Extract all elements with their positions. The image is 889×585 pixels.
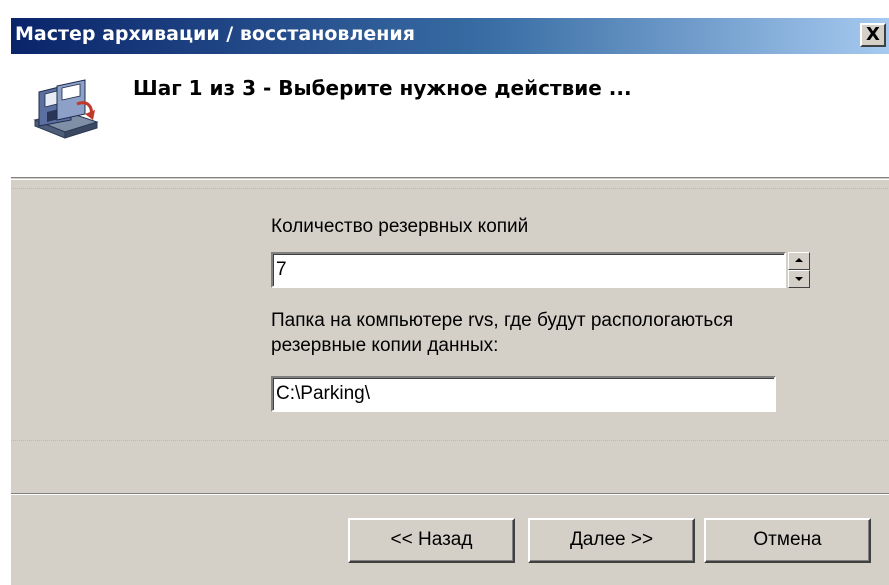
step-title: Шаг 1 из 3 - Выберите нужное действие ..…	[133, 76, 632, 100]
close-icon: X	[866, 24, 880, 45]
backup-wizard-icon	[33, 79, 99, 139]
arrow-down-icon	[795, 277, 803, 281]
backup-count-spinner[interactable]	[788, 252, 810, 288]
backup-folder-field[interactable]	[271, 376, 776, 412]
title-bar[interactable]: Мастер архивации / восстановления X	[11, 18, 889, 54]
divider-dotted-bottom	[11, 440, 889, 441]
backup-count-label: Количество резервных копий	[271, 216, 529, 237]
button-separator	[11, 493, 889, 495]
arrow-up-icon	[795, 258, 803, 262]
wizard-header: Шаг 1 из 3 - Выберите нужное действие ..…	[11, 54, 889, 180]
spin-down-button[interactable]	[788, 270, 810, 288]
window-title: Мастер архивации / восстановления	[15, 23, 415, 45]
close-button[interactable]: X	[860, 23, 886, 47]
divider-dotted-top	[11, 188, 889, 189]
cancel-button[interactable]: Отмена	[704, 518, 871, 563]
backup-folder-label: Папка на компьютере rvs, где будут распо…	[271, 310, 734, 356]
spin-up-button[interactable]	[788, 252, 810, 270]
wizard-dialog: Мастер архивации / восстановления X Шаг …	[10, 18, 889, 585]
backup-count-field[interactable]	[271, 252, 786, 288]
back-button[interactable]: << Назад	[348, 518, 515, 563]
next-button[interactable]: Далее >>	[528, 518, 695, 563]
